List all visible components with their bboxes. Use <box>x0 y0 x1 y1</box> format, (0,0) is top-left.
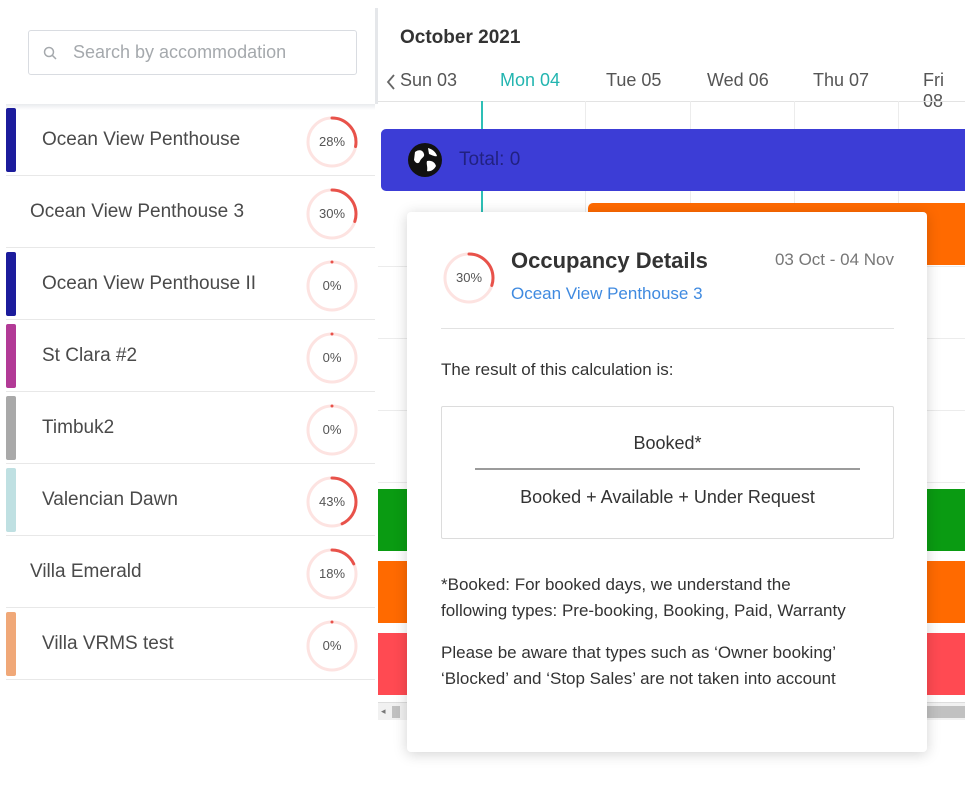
total-bar[interactable]: Total: 0 <box>381 129 965 191</box>
scroll-left-icon[interactable]: ◂ <box>381 706 386 717</box>
scroll-thumb[interactable] <box>392 706 400 718</box>
occupancy-ring <box>443 252 495 304</box>
occupancy-percent: 0% <box>322 422 342 437</box>
accommodation-row[interactable]: Ocean View Penthouse 3 30% <box>6 176 375 248</box>
fraction-line <box>475 468 860 470</box>
day-header-tue-05[interactable]: Tue 05 <box>606 70 661 91</box>
accommodation-row[interactable]: Villa Emerald 18% <box>6 536 375 608</box>
accommodation-list: Ocean View Penthouse 28% Ocean View Pentho… <box>6 104 375 680</box>
accommodation-name[interactable]: Ocean View Penthouse II <box>42 248 256 320</box>
accommodation-color-bar <box>6 468 16 532</box>
occupancy-percent: 18% <box>318 566 346 581</box>
accommodation-row[interactable]: Ocean View Penthouse 28% <box>6 104 375 176</box>
globe-icon <box>408 143 442 177</box>
accommodation-name[interactable]: Valencian Dawn <box>42 464 178 536</box>
day-header-thu-07[interactable]: Thu 07 <box>813 70 869 91</box>
accommodation-row[interactable]: Valencian Dawn 43% <box>6 464 375 536</box>
total-label: Total: 0 <box>459 149 521 170</box>
occupancy-ring[interactable]: 30% <box>304 186 360 242</box>
accommodation-name[interactable]: Timbuk2 <box>42 392 114 464</box>
accommodation-color-bar <box>6 396 16 460</box>
popover-title: Occupancy Details <box>511 248 708 273</box>
occupancy-ring[interactable]: 18% <box>304 546 360 602</box>
accommodation-row[interactable]: Villa VRMS test 0% <box>6 608 375 680</box>
occupancy-percent: 0% <box>322 278 342 293</box>
occupancy-details-popover: 30% Occupancy Details Ocean View Penthou… <box>407 212 927 752</box>
occupancy-ring[interactable]: 0% <box>304 330 360 386</box>
accommodation-name[interactable]: Ocean View Penthouse <box>42 104 240 176</box>
search-input[interactable] <box>73 42 333 63</box>
occupancy-percent: 30% <box>318 206 346 221</box>
occupancy-percent: 43% <box>318 494 346 509</box>
accommodation-color-bar <box>6 252 16 316</box>
accommodation-name[interactable]: Villa VRMS test <box>42 608 174 680</box>
occupancy-percent: 0% <box>322 350 342 365</box>
accommodation-name[interactable]: Villa Emerald <box>30 536 142 608</box>
formula-box: Booked* Booked + Available + Under Reque… <box>441 406 894 539</box>
booked-note: *Booked: For booked days, we understand … <box>441 572 911 624</box>
accommodation-color-bar <box>6 324 16 388</box>
accommodation-panel: Ocean View Penthouse28%Ocean View Pentho… <box>6 8 375 722</box>
chevron-left-icon[interactable] <box>386 74 396 90</box>
search-box[interactable] <box>28 30 357 75</box>
occupancy-ring[interactable]: 0% <box>304 258 360 314</box>
header-divider <box>378 101 965 102</box>
occupancy-percent: 0% <box>322 638 342 653</box>
accommodation-row[interactable]: Ocean View Penthouse II 0% <box>6 248 375 320</box>
date-range: 03 Oct - 04 Nov <box>774 250 894 269</box>
formula-denominator: Booked + Available + Under Request <box>520 487 815 507</box>
app-page: Ocean View Penthouse28%Ocean View Pentho… <box>0 0 965 794</box>
accommodation-row[interactable]: St Clara #2 0% <box>6 320 375 392</box>
note-line: ‘Blocked’ and ‘Stop Sales’ are not taken… <box>441 669 836 688</box>
divider <box>441 328 894 329</box>
accommodation-name[interactable]: Ocean View Penthouse 3 <box>30 176 244 248</box>
day-header-fri-08[interactable]: Fri 08 <box>923 70 965 112</box>
occupancy-ring[interactable]: 43% <box>304 474 360 530</box>
occupancy-ring[interactable]: 28% <box>304 114 360 170</box>
accommodation-row[interactable]: Timbuk2 0% <box>6 392 375 464</box>
accommodation-name[interactable]: St Clara #2 <box>42 320 137 392</box>
note-line: following types: Pre-booking, Booking, P… <box>441 601 846 620</box>
occupancy-ring[interactable]: 0% <box>304 618 360 674</box>
result-intro: The result of this calculation is: <box>441 360 674 379</box>
accommodation-color-bar <box>6 612 16 676</box>
occupancy-ring[interactable]: 0% <box>304 402 360 458</box>
day-header-mon-04[interactable]: Mon 04 <box>500 70 560 91</box>
search-icon <box>43 46 57 60</box>
exclusion-note: Please be aware that types such as ‘Owne… <box>441 640 911 692</box>
day-header-wed-06[interactable]: Wed 06 <box>707 70 769 91</box>
accommodation-link[interactable]: Ocean View Penthouse 3 <box>511 284 703 304</box>
month-label: October 2021 <box>400 27 521 48</box>
note-line: *Booked: For booked days, we understand … <box>441 575 791 594</box>
accommodation-color-bar <box>6 108 16 172</box>
note-line: Please be aware that types such as ‘Owne… <box>441 643 837 662</box>
formula-numerator: Booked* <box>633 433 702 453</box>
day-header-sun-03[interactable]: Sun 03 <box>400 70 457 91</box>
occupancy-percent: 28% <box>318 134 346 149</box>
scroll-thumb[interactable] <box>926 706 965 718</box>
